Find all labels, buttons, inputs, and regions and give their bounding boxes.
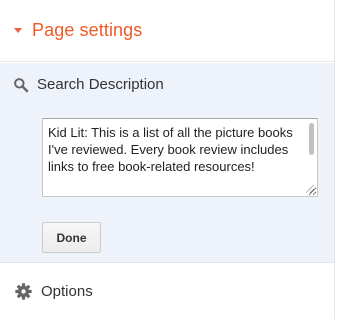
options-row[interactable]: Options [0,264,334,319]
gear-icon [15,283,32,300]
page-settings-title: Page settings [32,20,143,40]
options-label: Options [41,283,93,300]
caret-down-icon [14,28,22,33]
page-settings-panel: Page settings Search Description Kid Lit… [0,0,335,319]
search-description-field-wrapper: Kid Lit: This is a list of all the pictu… [42,118,318,197]
search-description-textarea[interactable]: Kid Lit: This is a list of all the pictu… [42,118,318,197]
search-description-section: Search Description Kid Lit: This is a li… [0,63,334,263]
done-button[interactable]: Done [42,222,101,253]
search-description-header[interactable]: Search Description [13,76,164,93]
search-icon [13,77,29,93]
search-description-label: Search Description [37,76,164,93]
page-settings-header[interactable]: Page settings [0,0,334,62]
